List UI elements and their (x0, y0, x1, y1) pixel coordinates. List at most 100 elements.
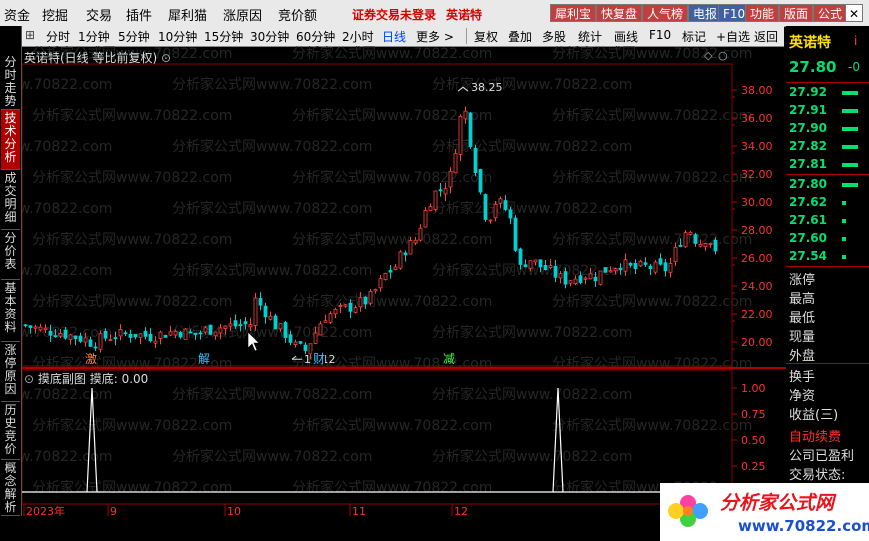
watermark-text: 分析家公式网www.70822.com (172, 76, 372, 93)
tab-period-5m[interactable]: 5分钟 (118, 28, 150, 45)
tab-chengjiao-mingxi[interactable]: 成交明细 (1, 170, 20, 230)
candle-body (663, 262, 668, 272)
candle-body (643, 262, 648, 265)
close-icon[interactable]: ✕ (845, 4, 863, 22)
tab-period-more[interactable]: 更多 > (416, 28, 454, 45)
tab-jishu-fenxi[interactable]: 技术分析 (1, 110, 20, 170)
y-tick-label: 20.00 (741, 336, 773, 349)
bid-price-2: 27.62 (789, 195, 827, 209)
sub-chart-layer (22, 387, 732, 493)
candle-body (363, 296, 368, 305)
candle-body (473, 147, 478, 173)
candle-body (508, 209, 513, 219)
expand-icon[interactable]: ⊞ (25, 28, 35, 42)
huaxian-button[interactable]: 画线 (614, 28, 638, 45)
tab-period-30m[interactable]: 30分钟 (250, 28, 289, 45)
tab-period-10m[interactable]: 10分钟 (158, 28, 197, 45)
candle-body (528, 260, 533, 269)
tab-period-60m[interactable]: 60分钟 (296, 28, 335, 45)
candle-body (483, 194, 488, 220)
candle-body (223, 325, 228, 329)
tab-gainian-jiexi[interactable]: 概念解析 (1, 460, 20, 516)
gongshi-button[interactable]: 公式 (813, 4, 848, 22)
duogu-button[interactable]: 多股 (542, 28, 566, 45)
menu-item-xilimao[interactable]: 犀利猫 (168, 5, 207, 24)
settings-icon: ○ (718, 49, 728, 62)
login-warning[interactable]: 证券交易未登录 (352, 6, 436, 23)
candle-body (398, 251, 403, 269)
back-button[interactable]: 返回 (754, 28, 778, 45)
tab-lishi-jingjia[interactable]: 历史竞价 (1, 402, 20, 460)
tab-period-15m[interactable]: 15分钟 (204, 28, 243, 45)
candle-body (228, 323, 233, 327)
tab-fenjiabiao[interactable]: 分价表 (1, 230, 20, 280)
label-zhangting: 涨停 (789, 273, 816, 288)
candle-body (468, 112, 473, 147)
candle-body (523, 264, 528, 268)
tab-period-fenshi[interactable]: 分时 (46, 28, 70, 45)
candle-body (338, 305, 343, 307)
watermark-text: 分析家公式网www.70822.com (32, 231, 232, 248)
candle-body (328, 313, 333, 323)
renqibang-button[interactable]: 人气榜 (642, 4, 689, 22)
watermark-text: 分析家公式网www.70822.com (552, 107, 752, 124)
candle-body (548, 265, 553, 268)
candle-body (673, 246, 678, 263)
tab-fenshi[interactable]: 分时走势 (1, 54, 20, 110)
tab-period-1m[interactable]: 1分钟 (78, 28, 110, 45)
sub-settings-icon[interactable]: ⊙ (24, 372, 34, 386)
tab-period-2h[interactable]: 2小时 (342, 28, 374, 45)
candle-body (408, 240, 413, 255)
candle-body (288, 334, 293, 343)
info-icon[interactable]: i (854, 34, 857, 48)
y-tick-label: 38.00 (741, 84, 773, 97)
kline-chart-area[interactable]: 分析家公式网www.70822.com 分析家公式网www.70822.com 分析… (22, 46, 786, 516)
auto-renew-link[interactable]: 自动续费 (789, 426, 841, 445)
watermark-text: 分析家公式网www.70822.com (432, 76, 632, 93)
candle-body (543, 264, 548, 271)
candle-body (558, 273, 563, 279)
toolbar-f10-button[interactable]: F10 (649, 28, 671, 42)
fuquan-button[interactable]: 复权 (474, 28, 498, 45)
chart-settings-icon[interactable]: ⊙ (161, 51, 171, 65)
candle-body (393, 266, 398, 270)
menu-item-zijin[interactable]: 资金 (4, 5, 30, 24)
gongneng-button[interactable]: 功能 (745, 4, 780, 22)
diejia-button[interactable]: 叠加 (508, 28, 532, 45)
candle-body (193, 332, 198, 335)
xilibao-button[interactable]: 犀利宝 (550, 4, 597, 22)
candle-body (463, 110, 468, 120)
add-favorite-button[interactable]: +自选 (716, 28, 750, 45)
high-price-label: 38.25 (471, 81, 503, 94)
kuaifupan-button[interactable]: 快复盘 (596, 4, 643, 22)
watermark-text: 分析家公式网www.70822.com (552, 293, 752, 310)
quote-stock-name: 英诺特 (789, 35, 831, 51)
candle-body (263, 305, 268, 318)
bid-price-4: 27.60 (789, 231, 827, 245)
tab-zhangting-yuanyin[interactable]: 涨停原因 (1, 342, 20, 402)
candle-body (198, 332, 203, 335)
dianbao-button[interactable]: 电报 (688, 4, 723, 22)
watermark-text: 分析家公式网www.70822.com (292, 169, 492, 186)
menu-item-chajian[interactable]: 插件 (126, 5, 152, 24)
candle-body (518, 248, 523, 265)
candle-body (23, 324, 28, 327)
tab-jiben-ziliao[interactable]: 基本资料 (1, 280, 20, 342)
candle-body (708, 242, 713, 245)
menu-item-jingjiae[interactable]: 竞价额 (278, 5, 317, 24)
candle-body (383, 273, 388, 280)
menu-item-zhangyuanyin[interactable]: 涨原因 (223, 5, 262, 24)
tab-period-day[interactable]: 日线 (382, 28, 406, 45)
tongji-button[interactable]: 统计 (578, 28, 602, 45)
x-tick-label: 11 (352, 505, 366, 516)
menu-item-wajue[interactable]: 挖掘 (42, 5, 68, 24)
banmian-button[interactable]: 版面 (779, 4, 814, 22)
biaoji-button[interactable]: 标记 (682, 28, 706, 45)
candle-body (248, 324, 253, 328)
candle-body (648, 265, 653, 270)
candle-body (613, 268, 618, 272)
diamond-icon: ◇ (704, 49, 713, 62)
candle-body (703, 243, 708, 248)
candle-body (438, 189, 443, 192)
menu-item-jiaoyi[interactable]: 交易 (86, 5, 112, 24)
